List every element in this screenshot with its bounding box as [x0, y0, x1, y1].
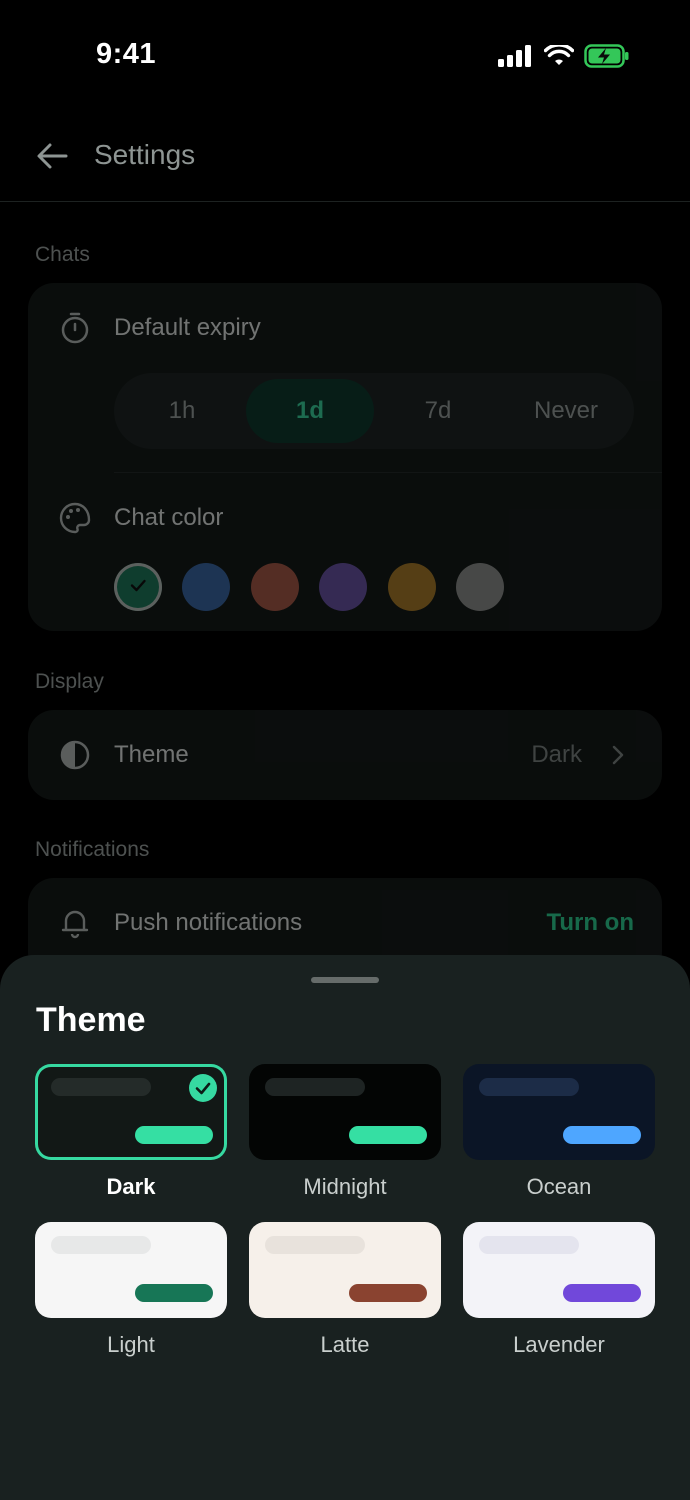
color-swatch-green[interactable] — [114, 563, 162, 611]
battery-charging-icon — [584, 44, 629, 68]
page-title: Settings — [94, 139, 196, 170]
preview-accent-bar — [135, 1284, 213, 1302]
default-expiry-label: Default expiry — [114, 314, 261, 341]
preview-bar — [265, 1236, 365, 1254]
push-notifications-label: Push notifications — [114, 909, 303, 936]
chats-card: Default expiry 1h 1d 7d Never Chat color — [28, 283, 662, 631]
divider — [114, 472, 662, 473]
cellular-signal-icon — [498, 45, 531, 67]
theme-option-lavender[interactable] — [463, 1222, 655, 1318]
color-swatches — [114, 563, 534, 611]
preview-bar — [51, 1236, 151, 1254]
theme-row-value: Dark — [531, 741, 582, 768]
section-label-display: Display — [35, 670, 104, 693]
theme-label-light: Light — [107, 1332, 155, 1357]
preview-accent-bar — [135, 1126, 213, 1144]
preview-accent-bar — [563, 1284, 641, 1302]
theme-row-label: Theme — [114, 741, 189, 768]
back-arrow-icon[interactable] — [34, 138, 70, 174]
preview-accent-bar — [349, 1284, 427, 1302]
status-bar: 9:41 — [0, 0, 690, 110]
theme-bottom-sheet: Theme Dark Midnight Ocean Light Latte La… — [0, 955, 690, 1500]
preview-accent-bar — [563, 1126, 641, 1144]
theme-label-lavender: Lavender — [513, 1332, 605, 1357]
section-label-notifications: Notifications — [35, 838, 150, 861]
color-swatch-gold[interactable] — [388, 563, 436, 611]
checkmark-icon — [130, 579, 146, 592]
sheet-grabber[interactable] — [311, 977, 379, 983]
theme-option-dark[interactable] — [35, 1064, 227, 1160]
theme-option-latte[interactable] — [249, 1222, 441, 1318]
preview-bar — [265, 1078, 365, 1096]
color-swatch-blue[interactable] — [182, 563, 230, 611]
chat-color-label: Chat color — [114, 504, 224, 531]
section-label-chats: Chats — [35, 243, 90, 266]
color-swatch-red[interactable] — [251, 563, 299, 611]
expiry-option-7d[interactable]: 7d — [374, 379, 502, 443]
chevron-right-icon — [612, 745, 624, 765]
theme-option-ocean[interactable] — [463, 1064, 655, 1160]
wifi-icon — [544, 45, 574, 65]
theme-option-light[interactable] — [35, 1222, 227, 1318]
theme-row[interactable]: Theme Dark — [28, 710, 662, 800]
expiry-option-1d[interactable]: 1d — [246, 379, 374, 443]
expiry-option-never[interactable]: Never — [502, 379, 630, 443]
expiry-segmented-control: 1h 1d 7d Never — [114, 373, 634, 449]
theme-option-midnight[interactable] — [249, 1064, 441, 1160]
status-icons — [498, 44, 630, 68]
timer-icon — [61, 312, 89, 344]
contrast-icon — [60, 740, 90, 770]
expiry-option-1h[interactable]: 1h — [118, 379, 246, 443]
status-time: 9:41 — [96, 38, 157, 70]
preview-accent-bar — [349, 1126, 427, 1144]
color-swatch-gray[interactable] — [456, 563, 504, 611]
preview-bar — [479, 1078, 579, 1096]
preview-bar — [51, 1078, 151, 1096]
turn-on-button[interactable]: Turn on — [546, 909, 634, 937]
sheet-title: Theme — [36, 1001, 146, 1039]
theme-label-midnight: Midnight — [303, 1174, 387, 1199]
selected-check-icon — [189, 1074, 217, 1102]
theme-label-latte: Latte — [320, 1332, 370, 1357]
preview-bar — [479, 1236, 579, 1254]
app-header: Settings — [0, 110, 690, 202]
palette-icon — [59, 502, 91, 534]
theme-label-dark: Dark — [106, 1174, 156, 1199]
color-swatch-purple[interactable] — [319, 563, 367, 611]
bell-icon — [61, 910, 89, 939]
theme-label-ocean: Ocean — [526, 1174, 592, 1199]
